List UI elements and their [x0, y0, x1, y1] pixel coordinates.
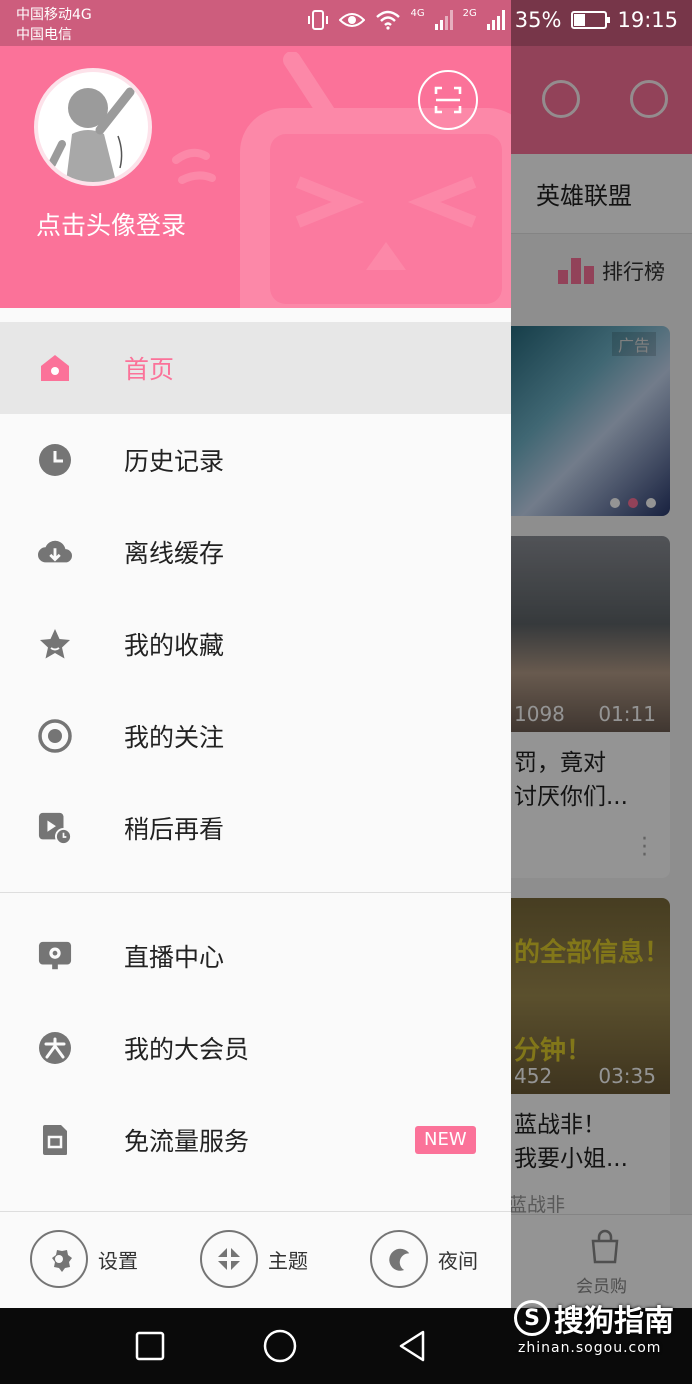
network-type: 4G [410, 8, 425, 19]
battery-icon [571, 11, 611, 29]
back-button[interactable] [392, 1326, 432, 1366]
cloud-download-icon [38, 535, 72, 569]
wifi-icon [375, 10, 400, 30]
avatar[interactable] [34, 68, 152, 186]
home-icon [38, 351, 72, 385]
vip-icon [38, 1031, 72, 1065]
menu-item-live-center[interactable]: 直播中心 [0, 910, 511, 1002]
status-bar: 中国移动4G 中国电信 4G 2G 35% 19:15 [0, 0, 692, 46]
settings-button[interactable]: 设置 [30, 1230, 138, 1288]
sogou-watermark: S 搜狗指南 zhinan.sogou.com [514, 1296, 674, 1356]
drawer-bottom-bar: 设置 主题 夜间 [0, 1212, 511, 1308]
menu-item-offline-cache[interactable]: 离线缓存 [0, 506, 511, 598]
eye-icon [338, 13, 365, 27]
moon-icon [370, 1230, 428, 1288]
night-mode-button[interactable]: 夜间 [370, 1230, 478, 1288]
follow-icon [38, 719, 72, 753]
theme-label: 主题 [268, 1248, 308, 1273]
menu-item-vip[interactable]: 我的大会员 [0, 1002, 511, 1094]
drawer-header: 点击头像登录 [0, 0, 511, 308]
live-tv-icon [38, 939, 72, 973]
drawer-menu-primary: 首页 历史记录 离线缓存 我的收藏 我的关注 稍后再看 [0, 322, 511, 874]
new-badge: NEW [415, 1126, 476, 1154]
login-prompt[interactable]: 点击头像登录 [36, 206, 186, 242]
watch-later-icon [38, 811, 72, 845]
status-icons: 4G 2G 35% 19:15 [307, 8, 678, 32]
menu-label: 我的大会员 [124, 1035, 250, 1064]
theme-button[interactable]: 主题 [200, 1230, 308, 1288]
menu-label: 历史记录 [124, 447, 225, 476]
battery-percent: 35% [514, 8, 562, 32]
signal-icon [486, 10, 505, 30]
signal-icon [434, 10, 453, 30]
menu-label: 稍后再看 [124, 815, 225, 844]
back-triangle-icon [399, 1330, 425, 1362]
menu-item-home[interactable]: 首页 [0, 322, 511, 414]
watermark-url: zhinan.sogou.com [518, 1340, 662, 1356]
recent-apps-button[interactable] [130, 1326, 170, 1366]
settings-label: 设置 [98, 1248, 138, 1273]
menu-item-watch-later[interactable]: 稍后再看 [0, 782, 511, 874]
menu-item-following[interactable]: 我的关注 [0, 690, 511, 782]
carrier-name: 中国电信 [16, 27, 72, 43]
menu-label: 我的关注 [124, 723, 225, 752]
sim-card-icon [38, 1123, 72, 1157]
menu-label: 直播中心 [124, 943, 225, 972]
watermark-brand: 搜狗指南 [554, 1304, 674, 1339]
clock-icon [38, 443, 72, 477]
circle-icon [263, 1329, 297, 1363]
menu-item-history[interactable]: 历史记录 [0, 414, 511, 506]
home-button[interactable] [260, 1326, 300, 1366]
star-icon [38, 627, 72, 661]
menu-label: 我的收藏 [124, 631, 225, 660]
navigation-drawer: 点击头像登录 首页 历史记录 离线缓存 我的收藏 我的关注 稍后再看 直播中心 … [0, 0, 511, 1308]
carrier-name: 中国移动4G [16, 7, 92, 23]
menu-divider [0, 892, 511, 893]
decorative-mark [172, 148, 216, 184]
default-avatar-icon [48, 87, 135, 182]
network-type: 2G [462, 8, 477, 19]
theme-icon [200, 1230, 258, 1288]
sogou-logo-icon: S [514, 1300, 550, 1336]
scan-button[interactable] [418, 70, 478, 130]
menu-label: 首页 [124, 355, 175, 384]
menu-label: 免流量服务 [124, 1127, 250, 1156]
night-mode-label: 夜间 [438, 1248, 478, 1273]
settings-icon [30, 1230, 88, 1288]
menu-label: 离线缓存 [124, 539, 225, 568]
menu-item-favorites[interactable]: 我的收藏 [0, 598, 511, 690]
vibrate-icon [307, 10, 328, 30]
square-icon [135, 1331, 165, 1361]
scan-icon [434, 86, 462, 114]
menu-item-free-data[interactable]: 免流量服务 NEW [0, 1094, 511, 1186]
drawer-menu-secondary: 直播中心 我的大会员 免流量服务 NEW [0, 910, 511, 1186]
clock-time: 19:15 [617, 8, 678, 32]
